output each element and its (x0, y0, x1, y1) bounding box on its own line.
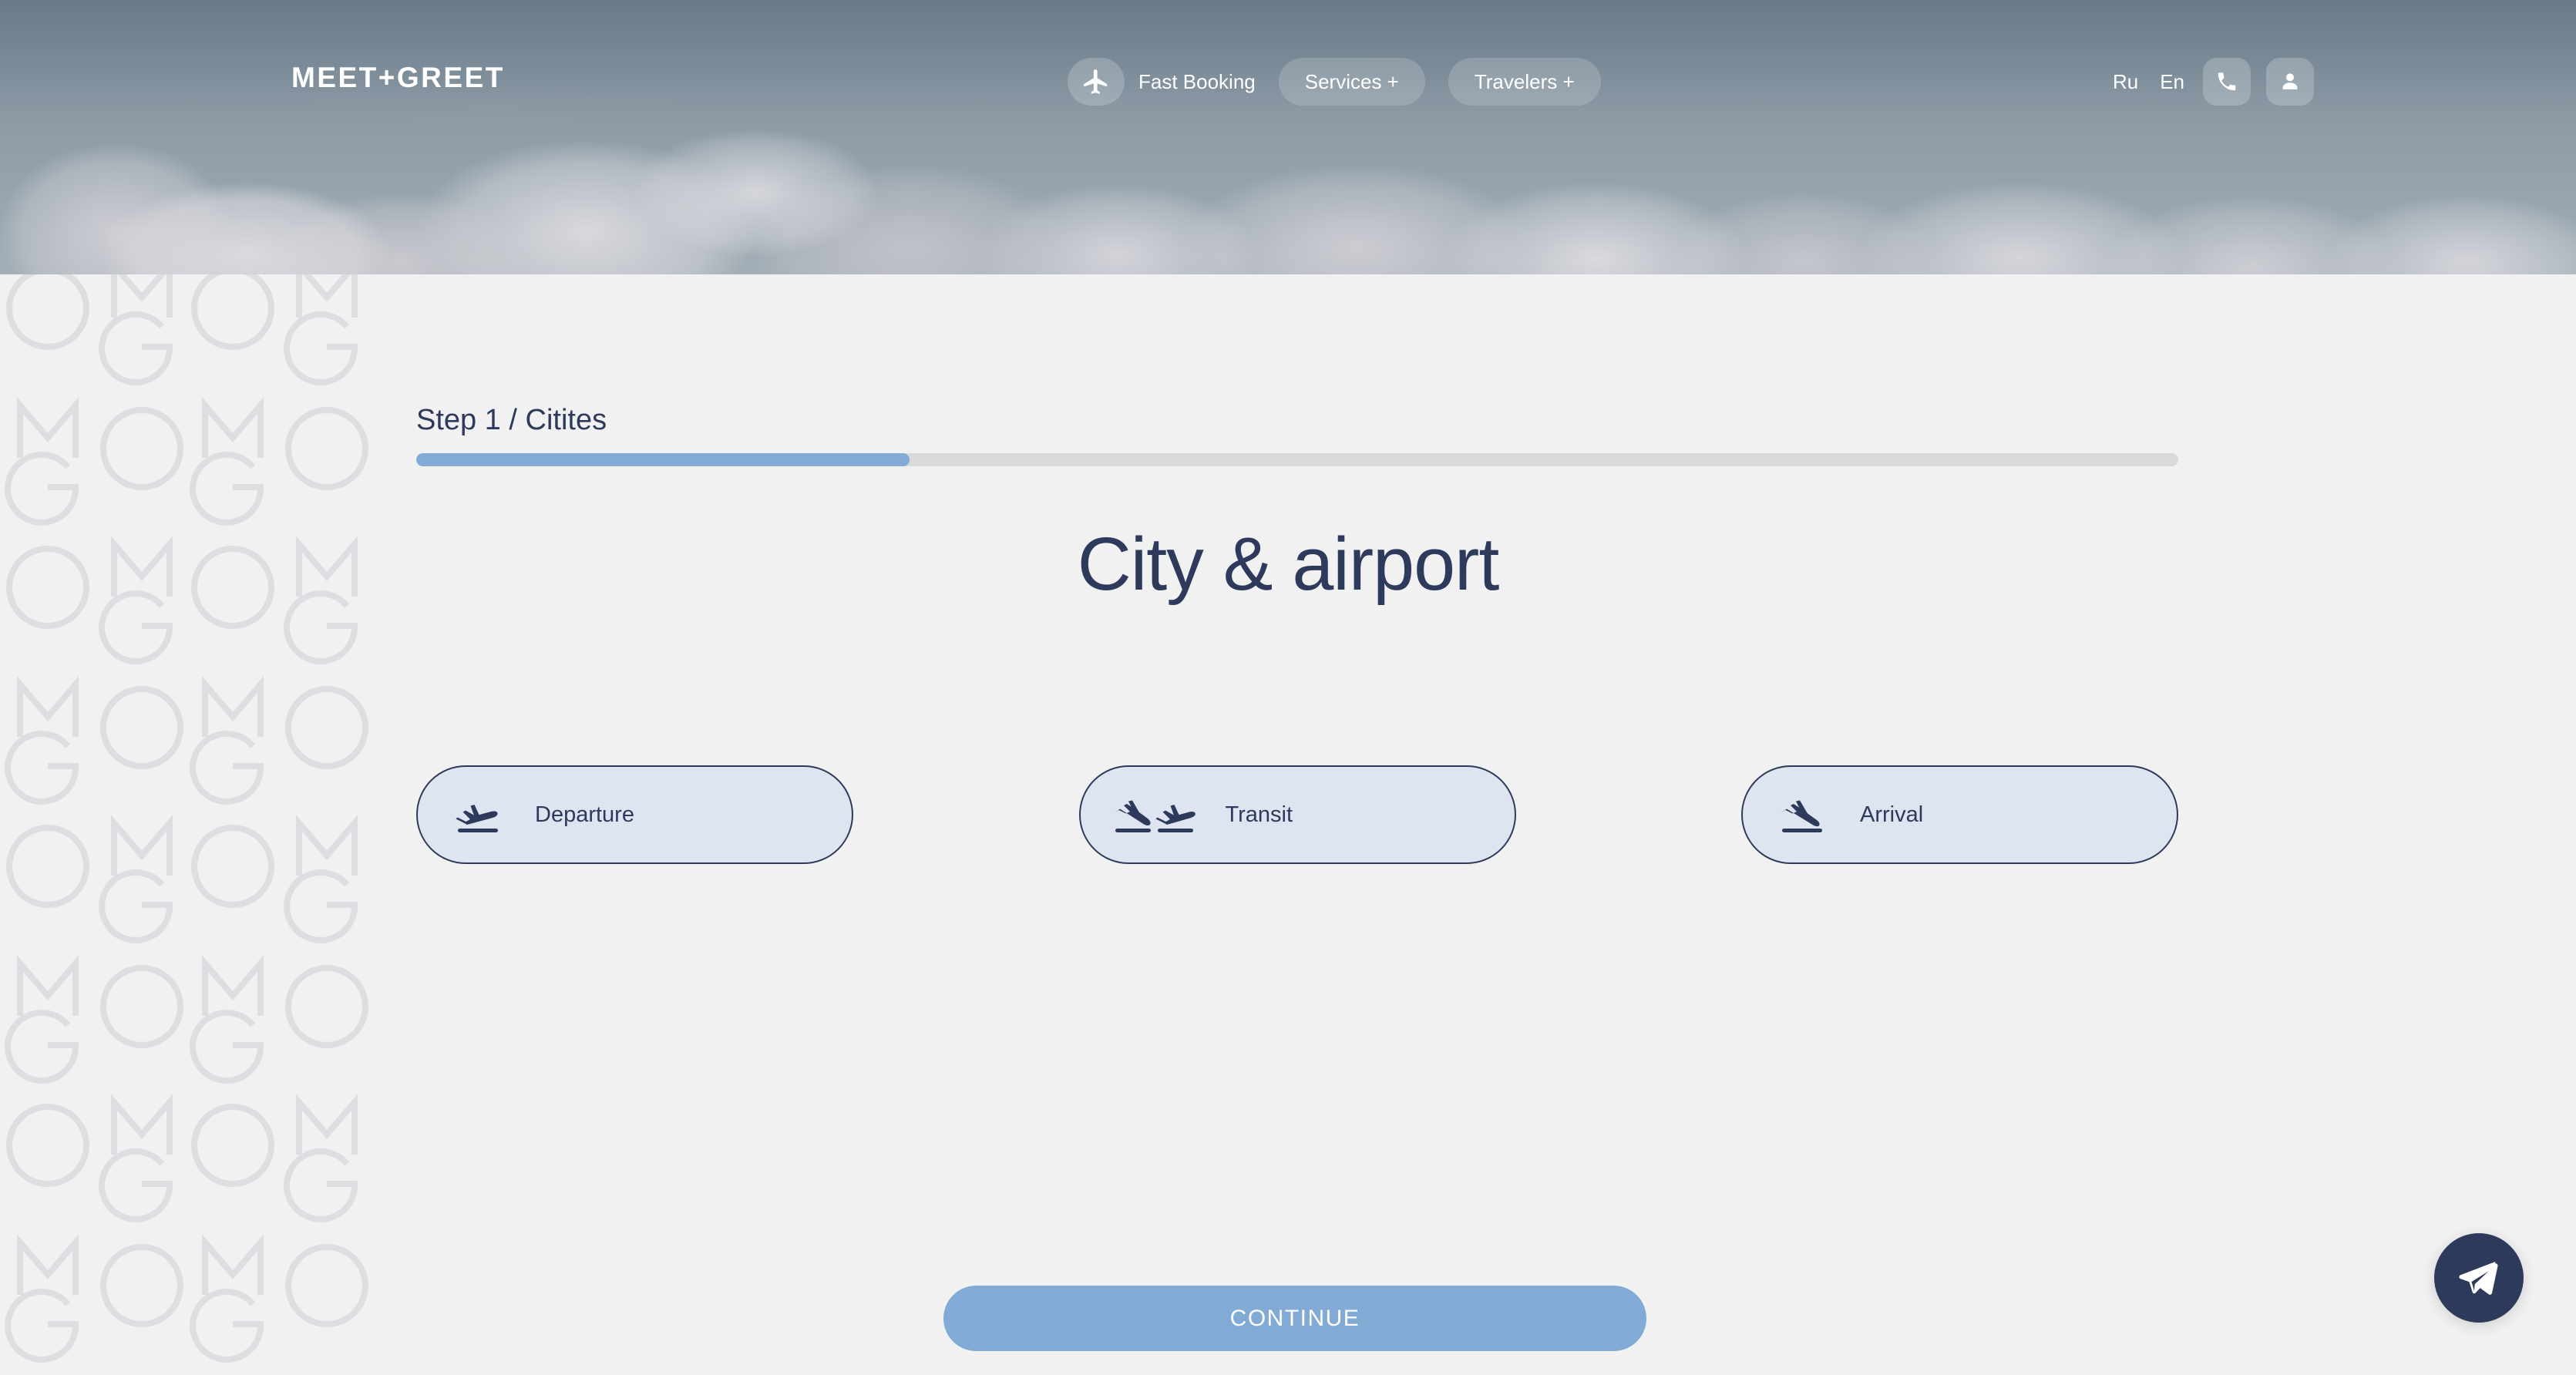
city-airport-options: Departure Transit Arrival (416, 765, 2178, 864)
plane-takeoff-icon (455, 796, 503, 833)
main-navigation: Fast Booking Services + Travelers + (1068, 58, 1601, 106)
hero-header: MEET+GREET Fast Booking Services + Trave… (0, 0, 2576, 274)
language-en[interactable]: En (2157, 69, 2188, 96)
user-icon (2278, 70, 2302, 93)
phone-icon (2215, 70, 2238, 93)
option-card-arrival[interactable]: Arrival (1741, 765, 2178, 864)
option-card-transit[interactable]: Transit (1078, 765, 1516, 864)
plane-landing-icon (1780, 796, 1828, 833)
nav-item-travelers[interactable]: Travelers + (1448, 58, 1601, 106)
header-actions: Ru En (2110, 58, 2314, 106)
nav-item-services[interactable]: Services + (1278, 58, 1425, 106)
step-indicator-label: Step 1 / Citites (416, 404, 607, 436)
option-card-departure[interactable]: Departure (416, 765, 853, 864)
plane-transit-icon (1113, 796, 1199, 833)
airplane-icon (1068, 58, 1125, 106)
language-ru[interactable]: Ru (2110, 69, 2141, 96)
site-logo[interactable]: MEET+GREET (291, 62, 505, 94)
nav-item-fast-booking[interactable]: Fast Booking (1068, 58, 1256, 106)
option-label-transit: Transit (1225, 802, 1293, 827)
progress-bar (416, 453, 2178, 466)
telegram-float-button[interactable] (2434, 1233, 2524, 1323)
phone-button[interactable] (2203, 58, 2251, 106)
page-title: City & airport (1077, 522, 1500, 606)
option-label-departure: Departure (535, 802, 634, 827)
continue-button[interactable]: CONTINUE (943, 1286, 1646, 1351)
option-label-arrival: Arrival (1860, 802, 1924, 827)
progress-bar-fill (416, 453, 910, 466)
nav-label-fast-booking: Fast Booking (1138, 69, 1256, 93)
main-content: Step 1 / Citites City & airport Departur… (0, 274, 2576, 1375)
account-button[interactable] (2266, 58, 2314, 106)
hero-overlay (0, 0, 2576, 274)
telegram-icon (2458, 1256, 2500, 1300)
